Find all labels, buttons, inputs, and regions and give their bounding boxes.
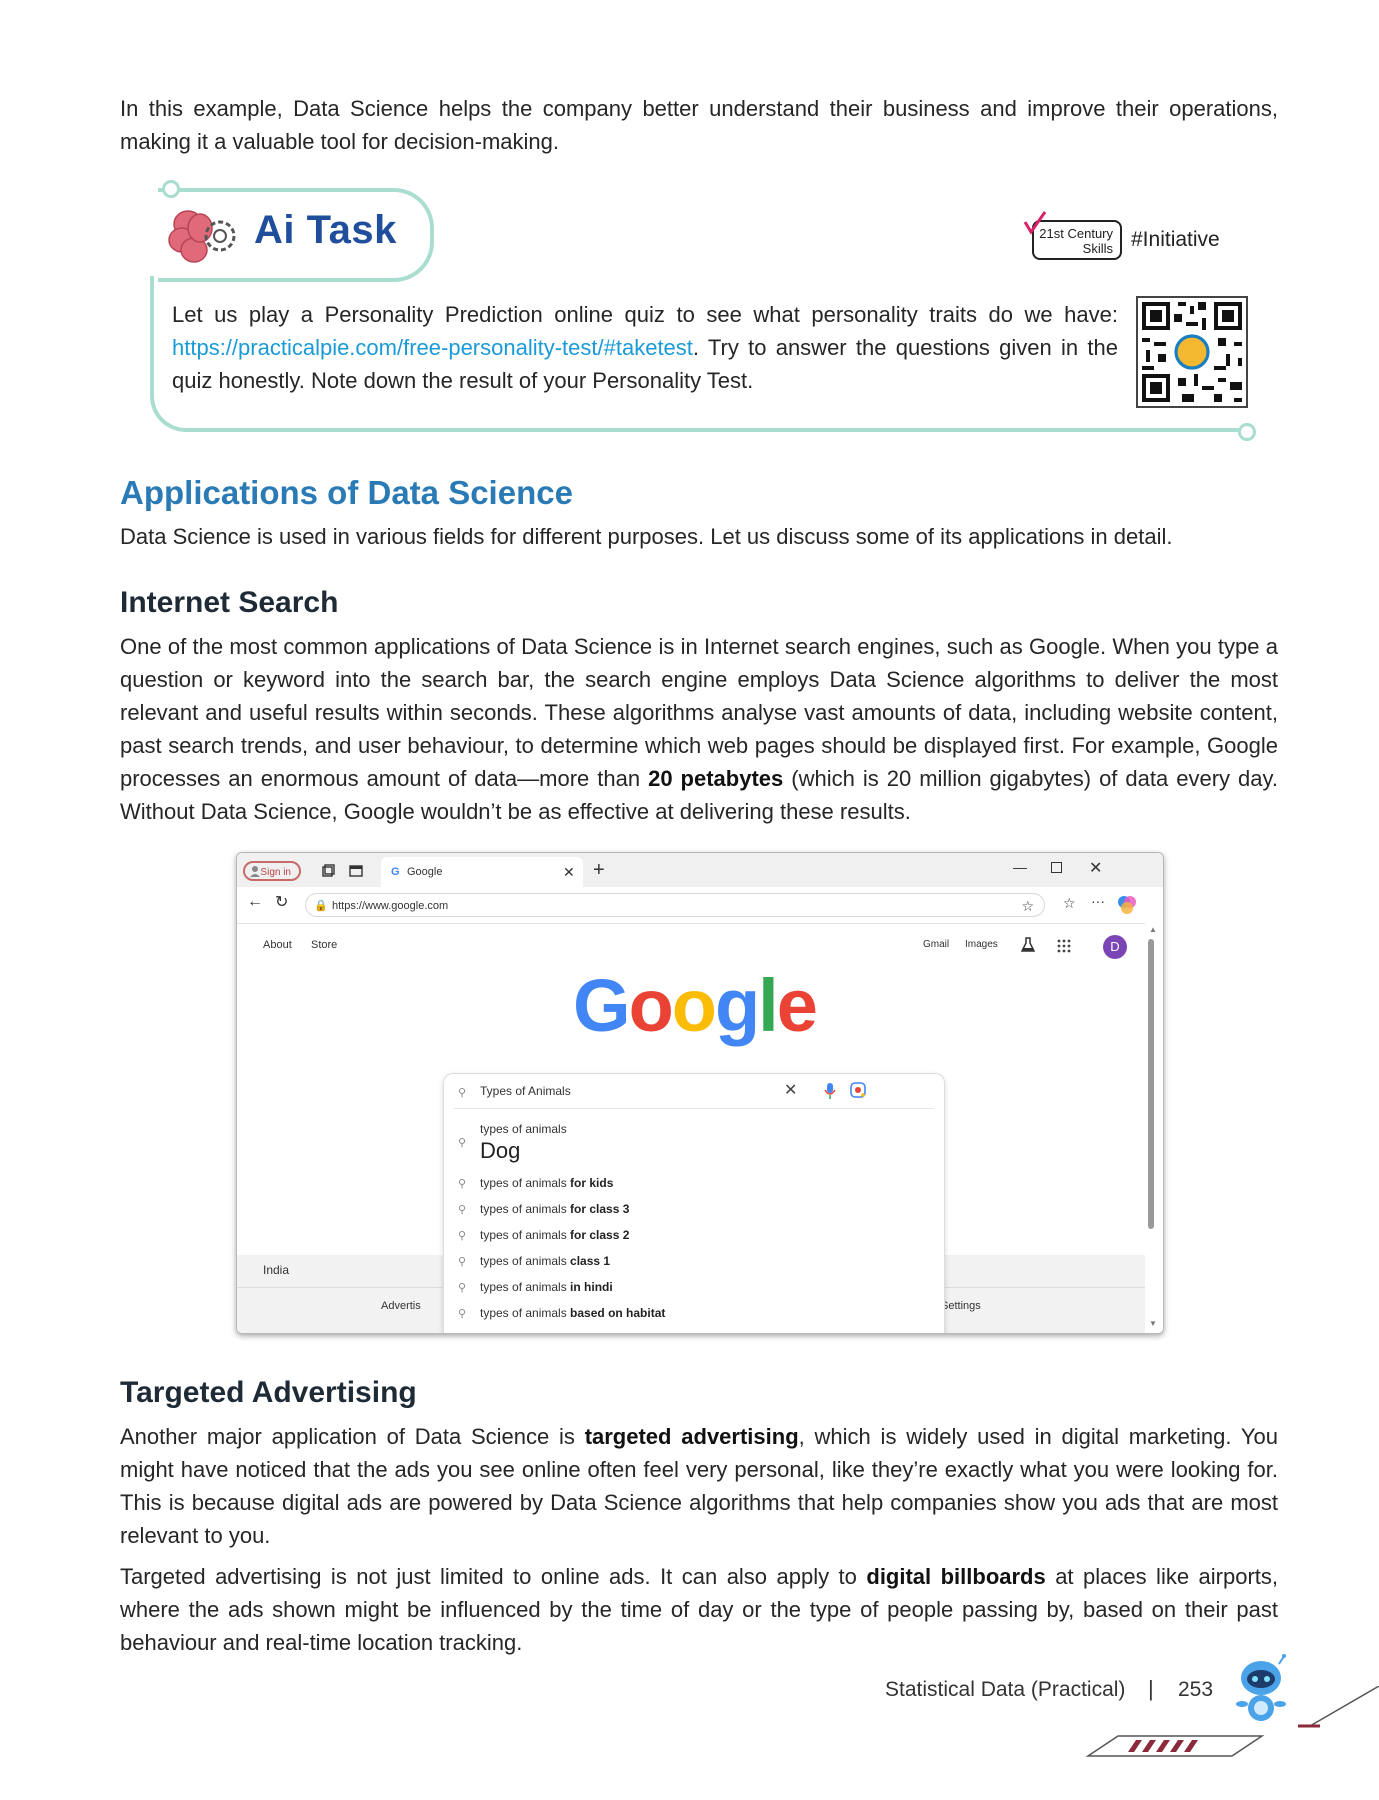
browser-window: Sign in G Google ✕ + — ✕ ← ↻ 🔒 https://w…	[236, 852, 1164, 1334]
ai-task-dot-top	[162, 180, 180, 198]
targeted-advertising-bold: targeted advertising	[584, 1424, 799, 1449]
initiative-tag: #Initiative	[1131, 228, 1220, 251]
url-text: https://www.google.com	[332, 900, 449, 912]
settings-link[interactable]: Settings	[941, 1300, 981, 1312]
suggestion-base-text: types of animals	[480, 1280, 571, 1294]
minimize-icon[interactable]: —	[1013, 859, 1027, 875]
badge-line-2: Skills	[1082, 241, 1113, 256]
suggestion-first-small[interactable]: types of animals	[480, 1122, 567, 1136]
close-tab-icon[interactable]: ✕	[563, 857, 575, 887]
new-tab-icon[interactable]: +	[593, 859, 605, 882]
ta-p2-start: Targeted advertising is not just limited…	[120, 1564, 867, 1589]
targeted-advertising-heading: Targeted Advertising	[120, 1376, 417, 1409]
gmail-link[interactable]: Gmail	[923, 939, 949, 950]
quiz-link[interactable]: https://practicalpie.com/free-personalit…	[172, 335, 693, 360]
tab-actions-icon[interactable]	[349, 864, 363, 878]
checkmark-icon	[1023, 211, 1047, 235]
suggestion-item[interactable]: types of animals for kids	[480, 1176, 613, 1190]
advertising-link[interactable]: Advertis	[381, 1300, 421, 1312]
targeted-ad-paragraph-1: Another major application of Data Scienc…	[120, 1420, 1278, 1552]
suggestion-item[interactable]: types of animals for class 3	[480, 1202, 629, 1216]
suggestion-bold-text: for class 2	[570, 1228, 630, 1242]
suggestion-search-icon: ⚲	[458, 1204, 467, 1216]
address-bar-row: ← ↻ 🔒 https://www.google.com ☆ ☆ ···	[237, 887, 1163, 924]
suggestion-search-icon: ⚲	[458, 1137, 467, 1149]
ta-p1-start: Another major application of Data Scienc…	[120, 1424, 585, 1449]
more-icon[interactable]: ···	[1091, 893, 1105, 909]
suggestion-search-icon: ⚲	[458, 1308, 467, 1320]
labs-flask-icon[interactable]	[1021, 937, 1035, 953]
close-window-icon[interactable]: ✕	[1089, 858, 1102, 878]
suggestion-search-icon: ⚲	[458, 1230, 467, 1242]
suggestion-bold-text: for class 3	[570, 1202, 630, 1216]
clear-search-icon[interactable]: ✕	[784, 1080, 797, 1100]
decorative-stripe-footer	[1085, 1686, 1379, 1757]
tab-title: Google	[407, 866, 443, 878]
suggestion-bold-text: in hindi	[570, 1280, 613, 1294]
google-logo: Google	[573, 964, 818, 1047]
intro-paragraph: In this example, Data Science helps the …	[120, 96, 1278, 154]
lock-icon: 🔒	[314, 900, 328, 912]
lens-search-icon[interactable]	[850, 1082, 866, 1098]
internet-search-paragraph: One of the most common applications of D…	[120, 630, 1278, 828]
google-favicon-icon: G	[391, 866, 400, 878]
images-link[interactable]: Images	[965, 939, 998, 950]
ai-task-text: Let us play a Personality Prediction onl…	[172, 298, 1118, 397]
scroll-down-icon[interactable]: ▼	[1149, 1319, 1157, 1328]
suggestion-base-text: types of animals	[480, 1228, 571, 1242]
maximize-icon[interactable]	[1051, 862, 1062, 873]
suggestion-search-icon: ⚲	[458, 1256, 467, 1268]
suggestion-base-text: types of animals	[480, 1202, 571, 1216]
store-link[interactable]: Store	[311, 939, 337, 951]
copilot-icon[interactable]	[1117, 895, 1137, 915]
suggestion-item[interactable]: types of animals for class 2	[480, 1228, 629, 1242]
suggestion-bold-text: for kids	[570, 1176, 614, 1190]
tab-bar: Sign in G Google ✕ + — ✕	[237, 853, 1163, 887]
suggestion-search-icon: ⚲	[458, 1178, 467, 1190]
search-dropdown: ⚲ Types of Animals ✕ ⚲ types of animals …	[443, 1073, 945, 1333]
task-text-start: Let us play a Personality Prediction onl…	[172, 302, 1118, 327]
search-icon: ⚲	[458, 1087, 467, 1099]
scrollbar-thumb[interactable]	[1148, 939, 1154, 1229]
brain-gear-icon	[168, 210, 236, 263]
favorite-star-icon[interactable]: ☆	[1021, 894, 1034, 918]
ai-task-title: Ai Task	[254, 208, 397, 252]
internet-search-heading: Internet Search	[120, 586, 339, 619]
applications-heading: Applications of Data Science	[120, 474, 573, 511]
back-icon[interactable]: ←	[247, 893, 263, 911]
search-divider	[454, 1108, 934, 1109]
petabytes-bold: 20 petabytes	[648, 766, 784, 791]
country-label: India	[263, 1263, 290, 1277]
suggestion-item[interactable]: types of animals in hindi	[480, 1280, 613, 1294]
url-field[interactable]: 🔒 https://www.google.com ☆	[305, 893, 1045, 917]
ai-task-dot-end	[1238, 423, 1256, 441]
qr-code	[1136, 296, 1248, 408]
suggestion-first-big[interactable]: Dog	[480, 1138, 520, 1164]
qr-code-icon	[1138, 298, 1246, 406]
refresh-icon[interactable]: ↻	[275, 892, 288, 912]
voice-search-icon[interactable]	[824, 1082, 836, 1100]
scroll-up-icon[interactable]: ▲	[1149, 925, 1157, 934]
suggestion-base-text: types of animals	[480, 1176, 571, 1190]
suggestion-base-text: types of animals	[480, 1254, 571, 1268]
targeted-ad-paragraph-2: Targeted advertising is not just limited…	[120, 1560, 1278, 1659]
apps-grid-icon[interactable]	[1057, 939, 1071, 953]
avatar[interactable]: D	[1103, 935, 1127, 959]
tab-google[interactable]: G Google ✕	[381, 857, 583, 887]
about-link[interactable]: About	[263, 939, 292, 951]
suggestion-search-icon: ⚲	[458, 1282, 467, 1294]
suggestion-item[interactable]: types of animals based on habitat	[480, 1306, 665, 1320]
suggestion-item[interactable]: types of animals class 1	[480, 1254, 610, 1268]
suggestion-bold-text: based on habitat	[570, 1306, 666, 1320]
search-input[interactable]: Types of Animals	[480, 1084, 571, 1098]
suggestion-bold-text: class 1	[570, 1254, 611, 1268]
suggestion-base-text: types of animals	[480, 1306, 571, 1320]
favorites-icon[interactable]: ☆	[1063, 895, 1076, 912]
digital-billboards-bold: digital billboards	[866, 1564, 1046, 1589]
workspaces-icon[interactable]	[321, 864, 335, 878]
profile-icon	[250, 866, 260, 877]
applications-intro: Data Science is used in various fields f…	[120, 524, 1173, 549]
